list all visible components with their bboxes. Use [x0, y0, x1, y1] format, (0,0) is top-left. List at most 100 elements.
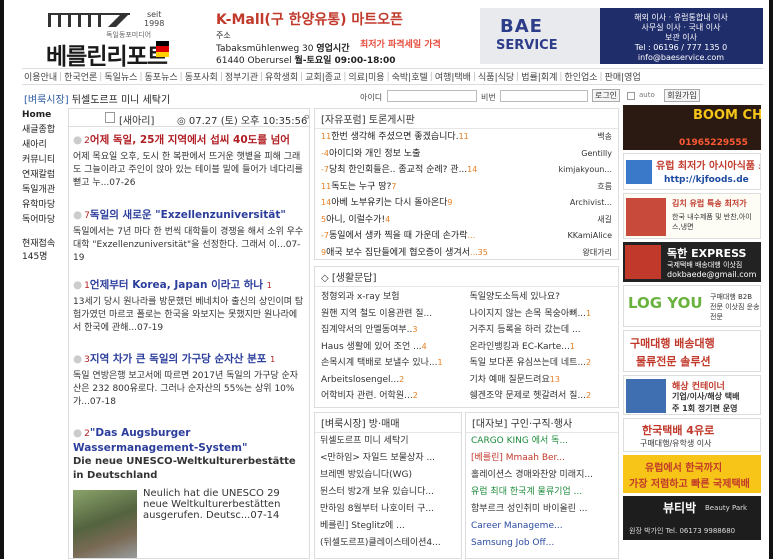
beauty-park-ad[interactable]: 뷰티박 Beauty Park 원장 박가인 Tel. 06173 998868…	[623, 496, 761, 540]
auto-login-checkbox[interactable]	[627, 92, 635, 100]
life-qa-header[interactable]: ◇ [생활문답]	[315, 267, 618, 287]
forum-title[interactable]: 아니, 이럴수가!	[326, 215, 385, 225]
qa-item[interactable]: 손목시계 택배로 보낼수 있나...1	[321, 355, 464, 372]
article-title[interactable]: 어제 독일, 25개 지역에서 섭씨 40도를 넘어	[90, 134, 290, 146]
article-title[interactable]: 지역 차가 큰 독일의 가구당 순자산 분포	[90, 353, 267, 365]
flea-market-item[interactable]: 만하임 8월부터 나호이터 구...	[315, 501, 461, 518]
sidebar-item-new-posts[interactable]: 새글종합	[22, 123, 64, 138]
nav-item[interactable]: 이용안내	[22, 70, 59, 83]
news-category[interactable]: [새아리]	[119, 112, 154, 127]
qa-item[interactable]: Arbeitslosengel...2	[321, 372, 464, 389]
nav-item[interactable]: 한인업소	[562, 70, 599, 83]
qa-item[interactable]: 나이지지 않는 손목 목숭아뼈...1	[470, 306, 613, 323]
nav-item[interactable]: 한국언론	[62, 70, 99, 83]
kjfoods-ad[interactable]: 유럽 최저가 아시아식품 쇼핑몰 http://kjfoods.de	[623, 153, 761, 190]
breadcrumb[interactable]: [벼룩시장] 뒤셀도르프 미니 세탁기	[24, 91, 170, 106]
job-item[interactable]: 유럽 최대 한국계 물류기업 ...	[466, 484, 618, 501]
boom-chicken-ad[interactable]: BOOM CHICKEN 01965229555	[623, 105, 761, 150]
flea-market-item[interactable]: <만하임> 자일드 보물상자 ...	[315, 450, 461, 467]
nav-item[interactable]: 교회|종교	[303, 70, 343, 83]
job-item[interactable]: 홀레이션스 경매와찬양 미래지...	[466, 467, 618, 484]
forum-title[interactable]: 아베 노부유키는 다시 돌아온다	[331, 198, 447, 208]
logyou-ad[interactable]: LOG YOU 구매대행 B2B 전문 이삿짐 운송 전문	[623, 285, 761, 327]
nav-item[interactable]: 판매|영업	[603, 70, 643, 83]
qa-item[interactable]: 거주지 등록을 하러 갔는데 ...	[470, 322, 613, 339]
login-button[interactable]: 로그인	[592, 89, 620, 102]
forum-title[interactable]: 동일에서 생카 찍을 때 가운데 손가락	[329, 231, 468, 241]
id-input[interactable]	[387, 90, 477, 102]
forum-row[interactable]: -4아이디와 개인 정보 노출 Gentilly	[315, 146, 618, 163]
free-forum-header[interactable]: [자유포럼] 토론게시판	[315, 109, 618, 129]
kmall-banner-ad[interactable]: K-Mall(구 한양유통) 마트오픈 주소 Tabaksmühlenweg 3…	[210, 8, 474, 66]
sidebar-item-saeari[interactable]: 새아리	[22, 138, 64, 153]
job-item[interactable]: CARGO KING 에서 독...	[466, 433, 618, 450]
korea-parcel-ad[interactable]: 한국택배 4유로 구매대행/유학생 이사	[623, 418, 761, 452]
flea-market-item[interactable]: 브레멘 방있습니다(WG)	[315, 467, 461, 484]
nav-item[interactable]: 정부기관	[223, 70, 260, 83]
job-board-header[interactable]: [대자보] 구인·구직·행사	[466, 413, 618, 433]
container-ad[interactable]: 해상 컨테이너 기업/이사/해상 택배 주 1회 정기편 운영	[623, 375, 761, 415]
sidebar-item-german-language[interactable]: 독어마당	[22, 213, 64, 228]
news-pager[interactable]: ㅇ	[303, 112, 309, 123]
nav-item[interactable]: 의료|미용	[346, 70, 386, 83]
article-title[interactable]: 언제부터 Korea, Japan 이라고 하나	[90, 279, 263, 291]
article-thumbnail[interactable]	[73, 490, 137, 558]
flea-market-item[interactable]: 뒨스터 방2개 보유 있습니다...	[315, 484, 461, 501]
password-input[interactable]	[500, 90, 588, 102]
news-article[interactable]: ● 3지역 차가 큰 독일의 가구당 순자산 분포 1 독일 연방은행 보고서에 …	[73, 352, 305, 409]
site-logo[interactable]: seit 1998 독일동포미디어 베를린리포트	[44, 8, 179, 70]
qa-item[interactable]: 기차 예매 질문드려요13	[470, 372, 613, 389]
join-button[interactable]: 회원가입	[664, 89, 700, 102]
sidebar-item-study[interactable]: 유학마당	[22, 198, 64, 213]
flea-market-item[interactable]: 뒤셀도르프 미니 세탁기	[315, 433, 461, 450]
qa-item[interactable]: 온라인뱅킹과 EC-Karte...1	[470, 339, 613, 356]
nav-item[interactable]: 여행|택배	[433, 70, 473, 83]
intl-parcel-ad[interactable]: 유럽에서 한국까지 가장 저렴하고 빠른 국제택배	[623, 455, 761, 493]
sidebar-item-community[interactable]: 커뮤니티	[22, 153, 64, 168]
article-title[interactable]: 독일의 새로운 "Exzellenzuniversität"	[90, 209, 286, 221]
news-article[interactable]: ● 7독일의 새로운 "Exzellenzuniversität" 독일에서는 7…	[73, 208, 305, 265]
qa-item[interactable]: 원핸 지역 철도 이용관련 질...	[321, 306, 464, 323]
forum-row[interactable]: 11한번 생각해 주셨으면 좋겠습니다.11 백송	[315, 129, 618, 146]
qa-item[interactable]: 쉥겐조약 문제로 헷갈려서 질...2	[470, 388, 613, 405]
flea-market-item[interactable]: (뒤셀도르프)클레이스테이션4...	[315, 535, 461, 552]
job-item[interactable]: Samsung Job Off...	[466, 535, 618, 552]
qa-item[interactable]: 독일양도소득세 있나요?	[470, 289, 613, 306]
forum-title[interactable]: 독도는 누구 땅?	[331, 182, 391, 192]
forum-row[interactable]: 9애국 보수 집단들에게 협오증이 생겨서...35 왕대가리	[315, 245, 618, 260]
job-item[interactable]: Career Manageme...	[466, 518, 618, 535]
dokhan-express-ad[interactable]: 독한 EXPRESS 국제택배 배송대행 이삿짐 dokbaede@gmail.…	[623, 242, 761, 282]
news-article[interactable]: ● 2어제 독일, 25개 지역에서 섭씨 40도를 넘어 어제 목요일 오후, …	[73, 133, 305, 190]
sidebar-item-germany-overview[interactable]: 독일개관	[22, 183, 64, 198]
nav-item[interactable]: 숙박|호텔	[390, 70, 430, 83]
news-article[interactable]: ● 1언제부터 Korea, Japan 이라고 하나 1 13세기 당시 원나라…	[73, 278, 305, 335]
sidebar-item-columns[interactable]: 연재칼럼	[22, 168, 64, 183]
forum-title[interactable]: 한번 생각해 주셨으면 좋겠습니다.	[331, 132, 458, 142]
forum-row[interactable]: 11독도는 누구 땅?7 흐름	[315, 179, 618, 196]
bae-service-banner-ad[interactable]: BAE SERVICE 해외 이사 · 유럽통합내 이사 사무실 이사 · 국내…	[480, 8, 763, 64]
article-title[interactable]: "Das Augsburger Wassermanagement-System"	[73, 427, 247, 454]
qa-item[interactable]: Haus 생활에 있어 조언 ...4	[321, 339, 464, 356]
forum-title[interactable]: 당최 한인회들은.. 종교적 순례? 관...	[329, 165, 467, 175]
job-item[interactable]: 함부르크 성인취미 바이올린 ...	[466, 501, 618, 518]
forum-title[interactable]: 아이디와 개인 정보 노출	[329, 149, 420, 159]
flea-market-item[interactable]: 베를린] Steglitz에 ...	[315, 518, 461, 535]
nav-item[interactable]: 유학생회	[263, 70, 300, 83]
qa-item[interactable]: 정형외과 x-ray 보험	[321, 289, 464, 306]
nav-item[interactable]: 독일뉴스	[102, 70, 139, 83]
qa-item[interactable]: 독일 보다폰 유심쓰는데 네트...2	[470, 355, 613, 372]
kimchi-ad[interactable]: 김치 유럽 특송 최저가 한국 내수제품 및 반찬,아이스,냉면	[623, 193, 761, 239]
job-item[interactable]: [베를린] Mmaah Ber...	[466, 450, 618, 467]
forum-row[interactable]: -7동일에서 생카 찍을 때 가운데 손가락... KKamiAlice	[315, 228, 618, 245]
nav-item[interactable]: 동포뉴스	[143, 70, 180, 83]
forum-row[interactable]: -7당최 한인회들은.. 종교적 순례? 관...14 kimjakyoun...	[315, 162, 618, 179]
news-article[interactable]: ● 2"Das Augsburger Wassermanagement-Syste…	[73, 426, 305, 483]
nav-item[interactable]: 법률|회계	[519, 70, 559, 83]
forum-row[interactable]: 5아니, 이럴수가!4 새길	[315, 212, 618, 229]
forum-row[interactable]: 14아베 노부유키는 다시 돌아온다9 Archivist...	[315, 195, 618, 212]
logistics-ad[interactable]: 구매대행 배송대행 물류전문 솔루션	[623, 330, 761, 372]
nav-item[interactable]: 식품|식당	[476, 70, 516, 83]
flea-market-header[interactable]: [벼룩시장] 방·매매	[315, 413, 461, 433]
sidebar-item-home[interactable]: Home	[22, 108, 64, 123]
qa-item[interactable]: 어학비자 관련. 어학원...2	[321, 388, 464, 405]
